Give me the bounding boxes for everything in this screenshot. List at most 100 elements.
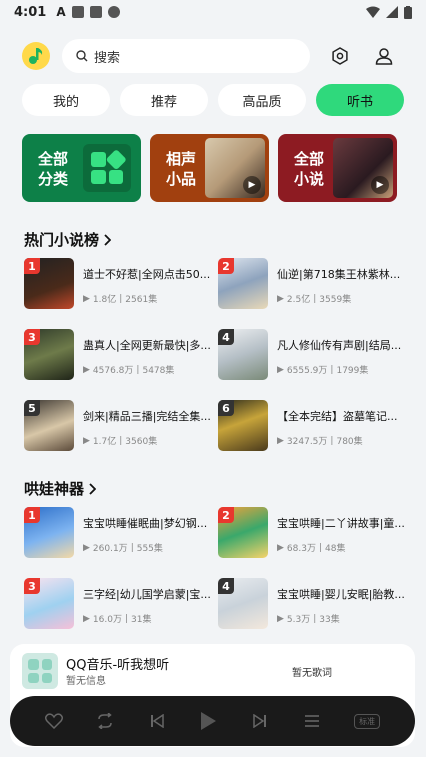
skip-previous-icon bbox=[150, 714, 164, 728]
item-stats: ▶ 2.5亿 | 3559集 bbox=[277, 293, 352, 306]
list-item[interactable]: 3 蛊真人|全网更新最快|多... ▶ 4576.8万 | 5478集 bbox=[24, 329, 218, 380]
list-item[interactable]: 3 三字经|幼儿国学启蒙|宝... ▶ 16.0万 | 31集 bbox=[24, 578, 218, 629]
tab-recommend-label: 推荐 bbox=[150, 94, 177, 110]
category-all-label: 全部分类 bbox=[38, 150, 69, 188]
book-cover: 2 bbox=[218, 258, 268, 309]
playlist-button[interactable] bbox=[299, 708, 325, 734]
play-count: 6555.9万 bbox=[286, 366, 328, 376]
list-item[interactable]: 2 宝宝哄睡|二丫讲故事|童... ▶ 68.3万 | 48集 bbox=[218, 507, 408, 558]
quality-label: 标准 bbox=[354, 713, 381, 729]
tab-mine[interactable]: 我的 bbox=[22, 84, 110, 116]
episode-count: 33集 bbox=[319, 615, 340, 625]
item-title: 剑来|精品三播|完结全集... bbox=[83, 410, 211, 423]
book-cover: 4 bbox=[218, 578, 268, 629]
heart-icon bbox=[44, 713, 63, 729]
book-cover: 5 bbox=[24, 400, 74, 451]
profile-button[interactable] bbox=[368, 40, 400, 72]
tab-high-quality[interactable]: 高品质 bbox=[218, 84, 306, 116]
episode-count: 5478集 bbox=[142, 366, 175, 376]
battery-icon bbox=[404, 5, 412, 19]
rank-badge: 6 bbox=[218, 400, 234, 416]
book-cover: 2 bbox=[218, 507, 268, 558]
rank-badge: 3 bbox=[24, 578, 40, 594]
tab-audiobook[interactable]: 听书 bbox=[316, 84, 404, 116]
book-cover: 3 bbox=[24, 578, 74, 629]
app-notification-icon-2 bbox=[89, 6, 102, 18]
book-cover: 1 bbox=[24, 258, 74, 309]
episode-count: 3560集 bbox=[125, 437, 158, 447]
play-count: 1.8亿 bbox=[92, 295, 117, 305]
status-bar: 4:01 A bbox=[0, 0, 426, 24]
next-button[interactable] bbox=[247, 708, 273, 734]
list-item[interactable]: 4 凡人修仙传有声剧|结局... ▶ 6555.9万 | 1799集 bbox=[218, 329, 408, 380]
play-button[interactable] bbox=[195, 708, 221, 734]
episode-count: 1799集 bbox=[336, 366, 369, 376]
app-notification-icon bbox=[71, 6, 84, 18]
rank-badge: 2 bbox=[218, 258, 234, 274]
section-kids-title[interactable]: 哄娃神器 bbox=[24, 478, 97, 499]
tab-recommend[interactable]: 推荐 bbox=[120, 84, 208, 116]
list-item[interactable]: 6 【全本完结】盗墓笔记... ▶ 3247.5万 | 780集 bbox=[218, 400, 408, 451]
settings-button[interactable] bbox=[324, 40, 356, 72]
book-cover: 3 bbox=[24, 329, 74, 380]
item-stats: ▶ 3247.5万 | 780集 bbox=[277, 435, 363, 448]
player-artwork bbox=[22, 653, 58, 689]
notification-a-icon: A bbox=[56, 5, 66, 19]
user-icon bbox=[375, 48, 393, 65]
gear-icon bbox=[332, 47, 348, 65]
rank-badge: 5 bbox=[24, 400, 40, 416]
chevron-right-icon bbox=[104, 233, 112, 246]
rank-badge: 1 bbox=[24, 258, 40, 274]
top-bar: 搜索 bbox=[22, 38, 406, 74]
play-count: 260.1万 bbox=[92, 544, 128, 554]
list-item[interactable]: 4 宝宝哄睡|婴儿安眠|胎教... ▶ 5.3万 | 33集 bbox=[218, 578, 408, 629]
section-hot-novels-title[interactable]: 热门小说榜 bbox=[24, 229, 112, 250]
repeat-button[interactable] bbox=[92, 708, 118, 734]
search-input[interactable]: 搜索 bbox=[62, 39, 310, 73]
list-item[interactable]: 2 仙逆|第718集王林紫林... ▶ 2.5亿 | 3559集 bbox=[218, 258, 408, 309]
item-title: 仙逆|第718集王林紫林... bbox=[277, 268, 401, 281]
item-stats: ▶ 260.1万 | 555集 bbox=[83, 542, 163, 555]
previous-button[interactable] bbox=[144, 708, 170, 734]
playlist-icon bbox=[304, 715, 319, 727]
mini-player[interactable]: QQ音乐-听我想听 暂无信息 暂无歌词 标准 bbox=[10, 644, 415, 747]
signal-icon bbox=[386, 6, 398, 18]
rank-badge: 4 bbox=[218, 329, 234, 345]
category-crosstalk[interactable]: 相声小品 ▶ bbox=[150, 134, 269, 202]
item-stats: ▶ 4576.8万 | 5478集 bbox=[83, 364, 175, 377]
play-count: 4576.8万 bbox=[92, 366, 134, 376]
item-title: 道士不好惹|全网点击50... bbox=[83, 268, 211, 281]
play-count: 2.5亿 bbox=[286, 295, 311, 305]
rank-badge: 3 bbox=[24, 329, 40, 345]
list-item[interactable]: 5 剑来|精品三播|完结全集... ▶ 1.7亿 | 3560集 bbox=[24, 400, 218, 451]
rank-badge: 1 bbox=[24, 507, 40, 523]
tab-audiobook-label: 听书 bbox=[346, 94, 373, 110]
episode-count: 2561集 bbox=[125, 295, 158, 305]
episode-count: 31集 bbox=[131, 615, 152, 625]
status-time: 4:01 bbox=[14, 4, 47, 20]
quality-button[interactable]: 标准 bbox=[350, 708, 384, 734]
qq-music-logo[interactable] bbox=[22, 42, 50, 70]
item-stats: ▶ 16.0万 | 31集 bbox=[83, 613, 152, 626]
episode-count: 555集 bbox=[136, 544, 163, 554]
play-count: 16.0万 bbox=[92, 615, 122, 625]
item-title: 凡人修仙传有声剧|结局... bbox=[277, 339, 402, 352]
episode-count: 48集 bbox=[325, 544, 346, 554]
item-title: 【全本完结】盗墓笔记... bbox=[277, 410, 398, 423]
category-all[interactable]: 全部分类 bbox=[22, 134, 141, 202]
item-title: 三字经|幼儿国学启蒙|宝... bbox=[83, 588, 211, 601]
category-novels[interactable]: 全部小说 ▶ bbox=[278, 134, 397, 202]
item-title: 宝宝哄睡|婴儿安眠|胎教... bbox=[277, 588, 405, 601]
list-item[interactable]: 1 道士不好惹|全网点击50... ▶ 1.8亿 | 2561集 bbox=[24, 258, 218, 309]
top-tabs: 我的 推荐 高品质 听书 bbox=[22, 84, 406, 116]
section-hot-novels-label: 热门小说榜 bbox=[24, 231, 100, 249]
item-stats: ▶ 6555.9万 | 1799集 bbox=[277, 364, 369, 377]
episode-count: 3559集 bbox=[319, 295, 352, 305]
book-cover: 6 bbox=[218, 400, 268, 451]
like-button[interactable] bbox=[41, 708, 67, 734]
repeat-icon bbox=[98, 713, 113, 729]
player-title: QQ音乐-听我想听 bbox=[66, 658, 170, 673]
play-icon: ▶ bbox=[243, 176, 261, 194]
skip-next-icon bbox=[253, 714, 267, 728]
list-item[interactable]: 1 宝宝哄睡催眠曲|梦幻钢... ▶ 260.1万 | 555集 bbox=[24, 507, 218, 558]
